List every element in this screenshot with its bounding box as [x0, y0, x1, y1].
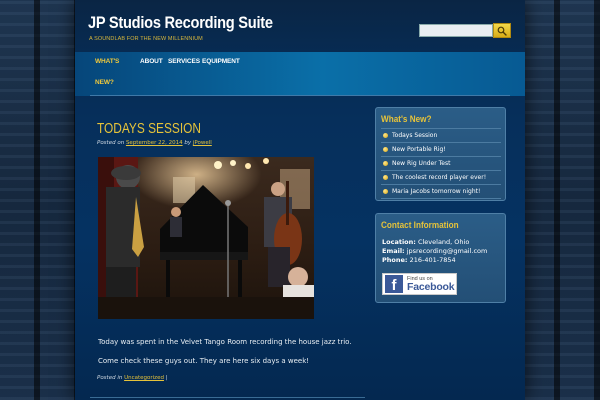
list-item[interactable]: New Portable Rig!: [381, 142, 501, 156]
list-item[interactable]: Maria Jacobs tomorrow night!: [381, 184, 501, 199]
bullet-icon: [383, 147, 388, 152]
contact-phone: Phone: 216-401-7854: [382, 256, 456, 264]
nav-item-about[interactable]: ABOUT: [140, 58, 163, 65]
post-divider: [90, 397, 365, 398]
list-item-label: New Rig Under Test: [392, 160, 451, 167]
site-header: JP Studios Recording Suite A SOUNDLAB FO…: [75, 0, 525, 52]
post-date-link[interactable]: September 22, 2014: [126, 140, 183, 146]
bullet-icon: [383, 189, 388, 194]
jazz-trio-image: [98, 157, 314, 319]
nav-item-equipment[interactable]: EQUIPMENT: [202, 58, 240, 65]
main-navigation: WHAT'S NEW? ABOUT SERVICES EQUIPMENT: [75, 52, 525, 96]
email-label: Email:: [382, 247, 405, 255]
post-paragraph-2: Come check these guys out. They are here…: [98, 357, 310, 365]
posted-in-label: Posted in: [97, 375, 123, 381]
phone-value: 216-401-7854: [409, 256, 456, 264]
post-photo[interactable]: [98, 157, 314, 319]
phone-label: Phone:: [382, 256, 408, 264]
list-item-label: Todays Session: [392, 132, 438, 139]
list-item[interactable]: Todays Session: [381, 128, 501, 142]
list-item-label: Maria Jacobs tomorrow night!: [392, 188, 481, 195]
facebook-big-text: Facebook: [407, 280, 455, 293]
post-footer: Posted in Uncategorized |: [97, 375, 168, 381]
whats-new-list: Todays Session New Portable Rig! New Rig…: [381, 128, 501, 199]
site-title[interactable]: JP Studios Recording Suite: [88, 13, 273, 33]
search-icon: [497, 26, 507, 36]
location-label: Location:: [382, 238, 416, 246]
bullet-icon: [383, 175, 388, 180]
nav-item-whats-new-line2[interactable]: NEW?: [95, 79, 114, 86]
list-item[interactable]: The coolest record player ever!: [381, 170, 501, 184]
site-tagline: A SOUNDLAB FOR THE NEW MILLENNIUM: [89, 36, 203, 42]
facebook-text: Find us on Facebook: [407, 276, 455, 293]
facebook-icon: f: [385, 275, 403, 293]
contact-widget: Contact Information Location: Cleveland,…: [375, 213, 506, 303]
meta-separator: |: [165, 375, 168, 381]
whats-new-widget: What's New? Todays Session New Portable …: [375, 107, 506, 201]
facebook-button[interactable]: f Find us on Facebook: [382, 273, 457, 295]
contact-location: Location: Cleveland, Ohio: [382, 238, 469, 246]
search-button[interactable]: [493, 23, 511, 38]
post-title[interactable]: TODAYS SESSION: [97, 121, 201, 137]
bullet-icon: [383, 161, 388, 166]
bullet-icon: [383, 133, 388, 138]
email-value[interactable]: jpsrecording@gmail.com: [407, 247, 488, 255]
contact-email: Email: jpsrecording@gmail.com: [382, 247, 487, 255]
list-item-label: The coolest record player ever!: [392, 174, 487, 181]
nav-item-whats-new-line1[interactable]: WHAT'S: [95, 58, 119, 65]
category-link[interactable]: Uncategorized: [124, 375, 164, 381]
post-author-link[interactable]: jPowell: [193, 140, 212, 146]
nav-divider: [90, 95, 510, 96]
whats-new-title: What's New?: [381, 114, 432, 125]
posted-on-label: Posted on: [97, 140, 125, 146]
location-value: Cleveland, Ohio: [417, 238, 470, 246]
list-item[interactable]: New Rig Under Test: [381, 156, 501, 170]
by-label: by: [184, 140, 192, 146]
list-item-label: New Portable Rig!: [392, 146, 446, 153]
contact-title: Contact Information: [381, 220, 459, 231]
post-meta: Posted on September 22, 2014 by jPowell: [97, 140, 212, 146]
nav-item-services[interactable]: SERVICES: [168, 58, 200, 65]
search-input[interactable]: [419, 24, 493, 37]
post-paragraph-1: Today was spent in the Velvet Tango Room…: [98, 338, 352, 346]
page-container: JP Studios Recording Suite A SOUNDLAB FO…: [75, 0, 525, 400]
